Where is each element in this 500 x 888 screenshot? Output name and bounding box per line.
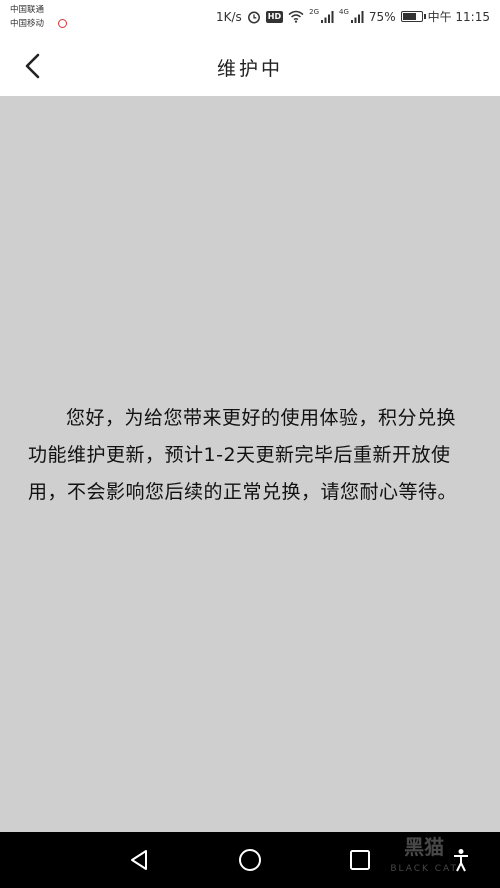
black-cat-watermark: 黑猫 BLACK CAT	[390, 836, 458, 880]
wifi-icon	[288, 10, 304, 23]
status-indicators: 1K/s HD 2G 4G 75% 中午 11:15	[216, 8, 490, 25]
network-4g-label: 4G	[339, 7, 349, 16]
accessibility-icon[interactable]	[452, 848, 470, 872]
signal-1-icon	[321, 10, 334, 23]
maintenance-notice: 您好，为给您带来更好的使用体验，积分兑换功能维护更新，预计1-2天更新完毕后重新…	[28, 407, 458, 503]
status-bar: 中国联通 中国移动 1K/s HD 2G 4G 75% 中午 11:15	[0, 0, 500, 36]
battery-icon	[400, 11, 426, 22]
nav-bar: 维护中	[0, 36, 500, 96]
battery-percent: 75%	[368, 9, 396, 24]
system-back-button[interactable]	[126, 846, 154, 874]
page-title: 维护中	[216, 58, 283, 80]
notification-badge-icon	[58, 18, 68, 28]
carrier-1-label: 中国联通	[10, 5, 45, 15]
alarm-icon	[247, 11, 260, 23]
system-recents-button[interactable]	[346, 846, 374, 874]
net-speed: 1K/s	[215, 9, 242, 24]
system-home-button[interactable]	[236, 846, 264, 874]
system-nav-bar: 黑猫 BLACK CAT	[0, 832, 500, 888]
circle-home-icon	[239, 849, 261, 871]
battery-level	[402, 13, 416, 20]
hd-badge: HD	[265, 10, 284, 23]
carrier-info: 中国联通 中国移动	[10, 3, 68, 31]
watermark-en-label: BLACK CAT	[390, 864, 458, 874]
signal-2-icon	[350, 10, 364, 23]
network-2g-label: 2G	[309, 7, 320, 16]
carrier-2-label: 中国移动	[10, 19, 45, 29]
clock: 中午 11:15	[427, 10, 490, 24]
square-recents-icon	[350, 850, 370, 870]
maintenance-panel: 您好，为给您带来更好的使用体验，积分兑换功能维护更新，预计1-2天更新完毕后重新…	[0, 96, 500, 832]
triangle-back-icon	[131, 850, 147, 870]
watermark-cn-label: 黑猫	[404, 835, 445, 859]
